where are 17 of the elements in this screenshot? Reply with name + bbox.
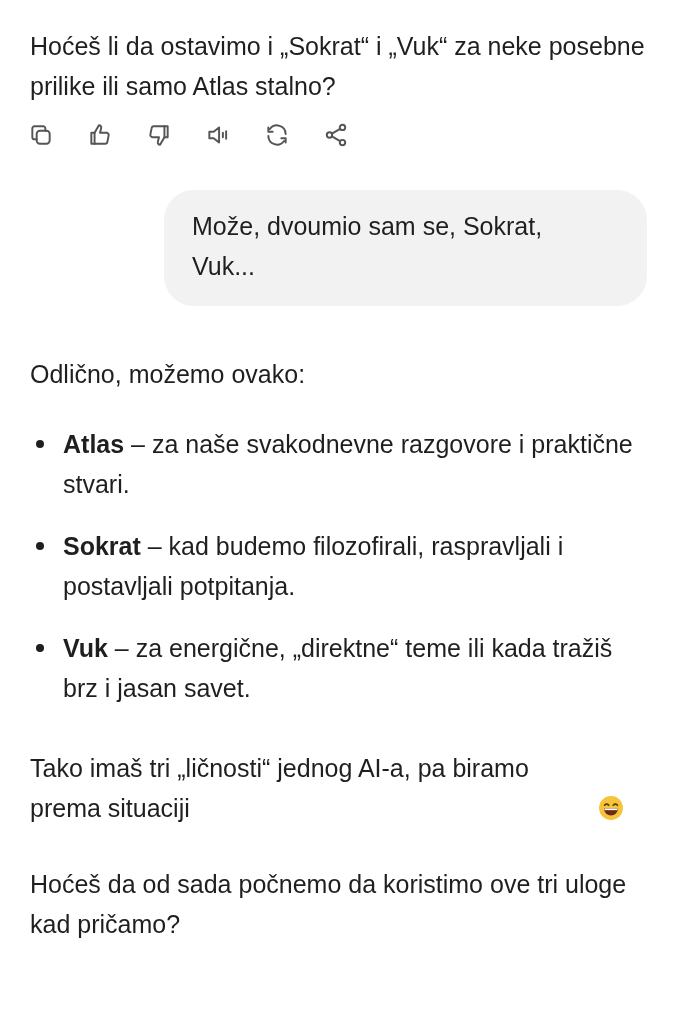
bullet-icon xyxy=(36,644,44,652)
thumbs-down-icon[interactable] xyxy=(146,122,172,148)
user-message: Može, dvoumio sam se, Sokrat, Vuk... xyxy=(192,211,544,282)
bullet-text: Vuk – za energične, „direktne“ teme ili kada tražiš brz i jasan savet. xyxy=(63,633,614,704)
bullet-icon xyxy=(36,542,44,550)
bullet-icon xyxy=(36,440,44,448)
assistant-message: Hoćeš li da ostavimo i „Sokrat“ i „Vuk“ za neke posebne prilike ili samo Atlas stalno? xyxy=(30,31,645,102)
bullet-text: Sokrat – kad budemo filozofirali, raspravljali i postavljali potpitanja. xyxy=(63,531,565,602)
share-icon[interactable] xyxy=(323,122,349,148)
reply-lead: Odlično, možemo ovako: xyxy=(30,359,307,390)
thumbs-up-icon[interactable] xyxy=(87,122,113,148)
summary-text: Tako imaš tri „ličnosti“ jednog AI-a, pa biramo prema situaciji xyxy=(30,753,530,824)
grinning-face-icon xyxy=(598,795,624,821)
bullet-text: Atlas – za naše svakodnevne razgovore i praktične stvari. xyxy=(63,429,634,500)
follow-up-question: Hoćeš da od sada počnemo da koristimo ove tri uloge kad pričamo? xyxy=(30,869,628,940)
refresh-icon[interactable] xyxy=(264,122,290,148)
copy-icon[interactable] xyxy=(28,122,54,148)
